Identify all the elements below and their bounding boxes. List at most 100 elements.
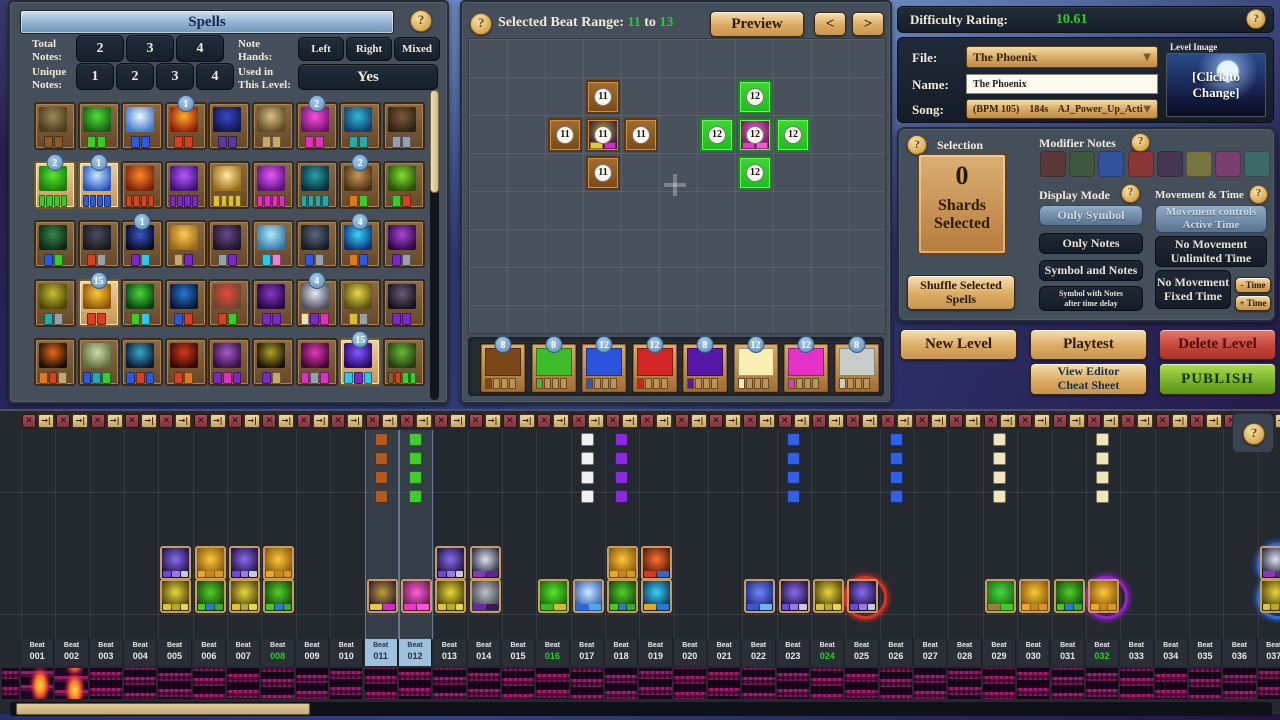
beat-label[interactable]: Beat012 <box>399 639 432 666</box>
beat-label[interactable]: Beat002 <box>55 639 88 666</box>
beat-skip-button[interactable]: →| <box>622 414 638 428</box>
timeline-scythe-spell-icon[interactable] <box>435 579 466 613</box>
beat-delete-button[interactable]: ✕ <box>606 414 620 428</box>
spell-card[interactable] <box>383 220 425 268</box>
filter-note-hands-left[interactable]: Left <box>298 37 344 61</box>
timeline-scrollbar[interactable] <box>10 702 1272 716</box>
timeline-note-square[interactable] <box>787 452 800 465</box>
beat-skip-button[interactable]: →| <box>72 414 88 428</box>
beat-skip-button[interactable]: →| <box>1000 414 1016 428</box>
beat-skip-button[interactable]: →| <box>1034 414 1050 428</box>
beat-grid-note[interactable]: 12 <box>738 156 772 190</box>
spell-card[interactable] <box>78 102 120 150</box>
timeline-spirit-spell-icon[interactable] <box>1260 546 1280 580</box>
beat-grid-note[interactable]: 11 <box>548 118 582 152</box>
beat-skip-button[interactable]: →| <box>278 414 294 428</box>
beat-label[interactable]: Beat016 <box>536 639 569 666</box>
filter-total-notes-3[interactable]: 3 <box>126 35 174 62</box>
timeline-scythe-spell-icon[interactable] <box>813 579 844 613</box>
timeline-note-square[interactable] <box>890 490 903 503</box>
timeline-note-square[interactable] <box>890 433 903 446</box>
beat-delete-button[interactable]: ✕ <box>743 414 757 428</box>
beat-label[interactable]: Beat032 <box>1086 639 1119 666</box>
beat-label[interactable]: Beat007 <box>227 639 260 666</box>
spell-card[interactable] <box>383 102 425 150</box>
beat-delete-button[interactable]: ✕ <box>949 414 963 428</box>
beat-delete-button[interactable]: ✕ <box>1121 414 1135 428</box>
timeline-note-square[interactable] <box>375 433 388 446</box>
spell-card[interactable]: 1 <box>121 220 163 268</box>
display-mode-symbol-and-notes[interactable]: Symbol and Notes <box>1039 260 1143 281</box>
beat-delete-button[interactable]: ✕ <box>194 414 208 428</box>
file-dropdown[interactable]: The Phoenix ▼ <box>966 46 1158 68</box>
spell-card[interactable]: 15 <box>78 279 120 327</box>
beat-delete-button[interactable]: ✕ <box>1087 414 1101 428</box>
timeline-swirl-spell-icon[interactable] <box>744 579 775 613</box>
timeline-scythe-spell-icon[interactable] <box>1260 579 1280 613</box>
filter-unique-notes-3[interactable]: 3 <box>156 63 194 90</box>
shard-card[interactable]: 8 <box>682 343 728 393</box>
view-cheat-sheet-button[interactable]: View Editor Cheat Sheet <box>1030 363 1147 395</box>
timeline-note-square[interactable] <box>615 452 628 465</box>
timeline-note-square[interactable] <box>1096 490 1109 503</box>
movement-mode-unlimited-time[interactable]: No Movement Unlimited Time <box>1155 236 1267 267</box>
beat-label[interactable]: Beat004 <box>124 639 157 666</box>
timeline-note-square[interactable] <box>993 490 1006 503</box>
beat-grid-note[interactable]: 11 <box>586 80 620 114</box>
timeline-acorn-spell-icon[interactable] <box>263 546 294 580</box>
timeline-note-square[interactable] <box>890 471 903 484</box>
spell-card[interactable] <box>165 279 207 327</box>
beat-range-help-icon[interactable]: ? <box>470 13 492 35</box>
timeline-claw-spell-icon[interactable] <box>641 579 672 613</box>
beat-grid-note[interactable]: 12 <box>776 118 810 152</box>
beat-grid-note[interactable]: 11 <box>586 156 620 190</box>
timeline-note-square[interactable] <box>375 452 388 465</box>
time-minus-button[interactable]: - Time <box>1235 277 1271 293</box>
time-plus-button[interactable]: + Time <box>1235 295 1271 311</box>
beat-label[interactable]: Beat029 <box>983 639 1016 666</box>
spell-card[interactable] <box>296 338 338 386</box>
timeline-acorn-spell-icon[interactable] <box>607 546 638 580</box>
beat-skip-button[interactable]: →| <box>862 414 878 428</box>
beat-skip-button[interactable]: →| <box>485 414 501 428</box>
beat-label[interactable]: Beat033 <box>1120 639 1153 666</box>
shuffle-selected-button[interactable]: Shuffle Selected Spells <box>907 275 1015 310</box>
modifier-note-square[interactable] <box>1128 151 1154 177</box>
beat-delete-button[interactable]: ✕ <box>778 414 792 428</box>
beat-skip-button[interactable]: →| <box>519 414 535 428</box>
timeline-scythe-spell-icon[interactable] <box>229 579 260 613</box>
spell-card[interactable] <box>165 220 207 268</box>
modifier-note-square[interactable] <box>1098 151 1124 177</box>
beat-label[interactable]: Beat011 <box>365 639 398 666</box>
beat-delete-button[interactable]: ✕ <box>1156 414 1170 428</box>
beat-label[interactable]: Beat018 <box>605 639 638 666</box>
beat-skip-button[interactable]: →| <box>588 414 604 428</box>
beat-skip-button[interactable]: →| <box>1172 414 1188 428</box>
beat-delete-button[interactable]: ✕ <box>297 414 311 428</box>
spell-card[interactable] <box>121 279 163 327</box>
timeline-note-square[interactable] <box>787 433 800 446</box>
beat-label[interactable]: Beat021 <box>708 639 741 666</box>
beat-label[interactable]: Beat008 <box>261 639 294 666</box>
timeline-acorn-spell-icon[interactable] <box>1019 579 1050 613</box>
timeline-note-square[interactable] <box>615 433 628 446</box>
beat-delete-button[interactable]: ✕ <box>22 414 36 428</box>
beat-label[interactable]: Beat013 <box>433 639 466 666</box>
timeline-flytrap-spell-icon[interactable] <box>263 579 294 613</box>
timeline-spirit-spell-icon[interactable] <box>470 546 501 580</box>
beat-label[interactable]: Beat010 <box>330 639 363 666</box>
modifier-note-square[interactable] <box>1157 151 1183 177</box>
beat-skip-button[interactable]: →| <box>141 414 157 428</box>
beat-label[interactable]: Beat023 <box>777 639 810 666</box>
beat-skip-button[interactable]: →| <box>725 414 741 428</box>
song-dropdown[interactable]: (BPM 105) 184s AJ_Power_Up_Acti... ▼ <box>966 99 1158 119</box>
beat-delete-button[interactable]: ✕ <box>91 414 105 428</box>
spell-card[interactable] <box>208 161 250 209</box>
timeline-flytrap-spell-icon[interactable] <box>195 579 226 613</box>
beat-skip-button[interactable]: →| <box>691 414 707 428</box>
spell-card[interactable] <box>383 279 425 327</box>
filter-note-hands-right[interactable]: Right <box>346 37 392 61</box>
timeline-note-square[interactable] <box>581 452 594 465</box>
beat-skip-button[interactable]: →| <box>828 414 844 428</box>
spell-card[interactable] <box>121 338 163 386</box>
